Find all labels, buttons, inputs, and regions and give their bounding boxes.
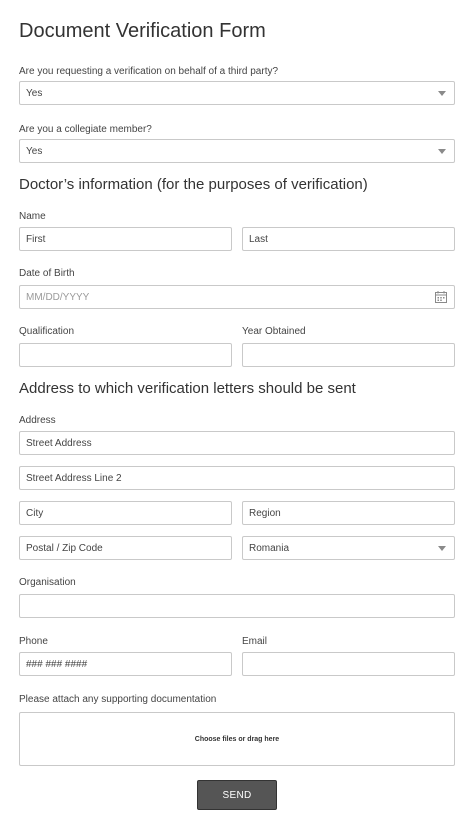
first-name-placeholder: First xyxy=(26,233,46,245)
address-label: Address xyxy=(19,415,56,426)
country-select[interactable]: Romania xyxy=(242,536,455,560)
last-name-placeholder: Last xyxy=(249,233,268,245)
email-input[interactable] xyxy=(242,652,455,676)
send-button[interactable]: SEND xyxy=(197,780,277,810)
email-label: Email xyxy=(242,636,268,647)
dob-input[interactable]: MM/DD/YYYY xyxy=(19,285,455,309)
city-input[interactable]: City xyxy=(19,501,232,525)
name-label: Name xyxy=(19,211,46,222)
year-obtained-input[interactable] xyxy=(242,343,455,367)
country-value: Romania xyxy=(249,542,290,554)
third-party-value: Yes xyxy=(26,87,43,99)
city-placeholder: City xyxy=(26,507,44,519)
street-address-line2-input[interactable]: Street Address Line 2 xyxy=(19,466,455,490)
file-upload-prompt: Choose files or drag here xyxy=(194,735,280,743)
doctor-section-heading: Doctor’s information (for the purposes o… xyxy=(19,176,368,193)
calendar-icon[interactable] xyxy=(435,291,447,303)
street-address-input[interactable]: Street Address xyxy=(19,431,455,455)
year-obtained-label: Year Obtained xyxy=(242,326,306,337)
form-title: Document Verification Form xyxy=(19,20,266,42)
street-address-placeholder: Street Address xyxy=(26,437,92,449)
first-name-input[interactable]: First xyxy=(19,227,232,251)
postal-code-placeholder: Postal / Zip Code xyxy=(26,542,103,554)
chevron-down-icon xyxy=(438,149,446,154)
third-party-select[interactable]: Yes xyxy=(19,81,455,105)
chevron-down-icon xyxy=(438,91,446,96)
attach-label: Please attach any supporting documentati… xyxy=(19,694,217,705)
third-party-label: Are you requesting a verification on beh… xyxy=(19,66,279,77)
region-input[interactable]: Region xyxy=(242,501,455,525)
address-section-heading: Address to which verification letters sh… xyxy=(19,380,356,397)
street-address-line2-placeholder: Street Address Line 2 xyxy=(26,472,122,484)
file-upload-dropzone[interactable]: Choose files or drag here xyxy=(19,712,455,766)
dob-label: Date of Birth xyxy=(19,268,75,279)
last-name-input[interactable]: Last xyxy=(242,227,455,251)
phone-placeholder: ### ### #### xyxy=(26,658,88,670)
chevron-down-icon xyxy=(438,546,446,551)
collegiate-label: Are you a collegiate member? xyxy=(19,124,152,135)
organisation-label: Organisation xyxy=(19,577,76,588)
postal-code-input[interactable]: Postal / Zip Code xyxy=(19,536,232,560)
organisation-input[interactable] xyxy=(19,594,455,618)
collegiate-select[interactable]: Yes xyxy=(19,139,455,163)
qualification-input[interactable] xyxy=(19,343,232,367)
qualification-label: Qualification xyxy=(19,326,75,337)
region-placeholder: Region xyxy=(249,507,281,519)
dob-placeholder: MM/DD/YYYY xyxy=(26,291,90,303)
phone-input[interactable]: ### ### #### xyxy=(19,652,232,676)
collegiate-value: Yes xyxy=(26,145,43,157)
phone-label: Phone xyxy=(19,636,48,647)
